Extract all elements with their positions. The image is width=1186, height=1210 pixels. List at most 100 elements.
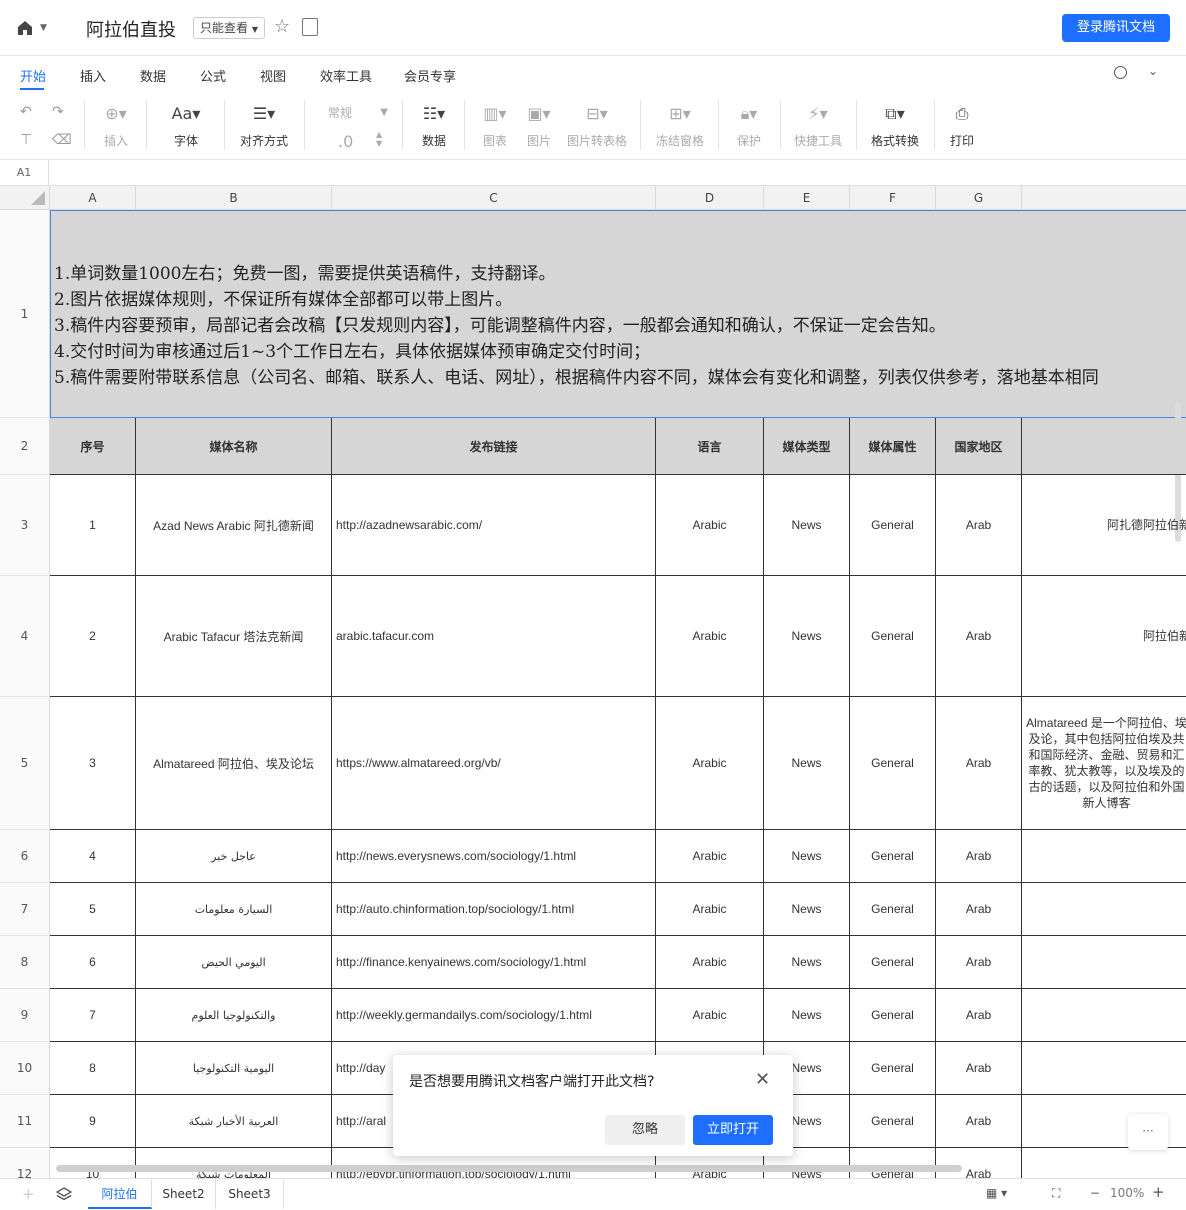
row-header[interactable]: 7: [0, 883, 50, 936]
select-all-corner[interactable]: [0, 186, 50, 210]
cell-region[interactable]: Arab: [936, 989, 1022, 1042]
cell-description[interactable]: [1022, 936, 1186, 989]
cell-media-attr[interactable]: General: [850, 883, 936, 936]
cell-reference[interactable]: A1: [0, 160, 49, 186]
cell-region[interactable]: Arab: [936, 936, 1022, 989]
cell-media-name[interactable]: اليومي الحيض: [136, 936, 332, 989]
row-header[interactable]: 4: [0, 576, 50, 697]
number-format-select[interactable]: 常规 ▼: [318, 102, 388, 124]
cell-index[interactable]: 1: [50, 475, 136, 576]
cell-language[interactable]: Arabic: [656, 475, 764, 576]
chart-button[interactable]: ▥▾ 图表: [476, 92, 514, 160]
cell-link[interactable]: http://news.everysnews.com/sociology/1.h…: [332, 830, 656, 883]
freeze-panes-button[interactable]: ⊞▾ 冻结窗格: [654, 92, 706, 160]
cell-media-name[interactable]: والتكنولوجيا العلوم: [136, 989, 332, 1042]
cell-media-attr[interactable]: General: [850, 576, 936, 697]
cell-media-type[interactable]: News: [764, 697, 850, 830]
cell-region[interactable]: Arab: [936, 830, 1022, 883]
header-cell-media-name[interactable]: 媒体名称: [136, 418, 332, 475]
tab-formula[interactable]: 公式: [200, 66, 226, 85]
cell-index[interactable]: 2: [50, 576, 136, 697]
cell-index[interactable]: 5: [50, 883, 136, 936]
cell-media-type[interactable]: News: [764, 936, 850, 989]
cell-description[interactable]: [1022, 883, 1186, 936]
row-header[interactable]: 2: [0, 418, 50, 475]
format-painter-icon[interactable]: ⊤: [20, 132, 32, 148]
login-button[interactable]: 登录腾讯文档: [1062, 14, 1170, 42]
cell-media-attr[interactable]: General: [850, 936, 936, 989]
row-header[interactable]: 5: [0, 697, 50, 830]
row-header[interactable]: 6: [0, 830, 50, 883]
decimal-stepper[interactable]: ▲ ▼: [376, 130, 382, 148]
cell-link[interactable]: http://finance.kenyainews.com/sociology/…: [332, 936, 656, 989]
header-cell-region[interactable]: 国家地区: [936, 418, 1022, 475]
row-header[interactable]: 10: [0, 1042, 50, 1095]
cell-media-attr[interactable]: General: [850, 1095, 936, 1148]
undo-icon[interactable]: ↶: [20, 104, 32, 120]
cell-media-attr[interactable]: General: [850, 1042, 936, 1095]
cell-index[interactable]: 3: [50, 697, 136, 830]
font-button[interactable]: Aa▾ 字体: [164, 92, 208, 160]
cell-language[interactable]: Arabic: [656, 989, 764, 1042]
protect-button[interactable]: 🔒︎▾ 保护: [730, 92, 768, 160]
cell-media-type[interactable]: News: [764, 989, 850, 1042]
column-header-e[interactable]: E: [764, 186, 850, 210]
cell-media-name[interactable]: العربية الأخبار شبكة: [136, 1095, 332, 1148]
spreadsheet-grid[interactable]: A B C D E F G 1 2 3 4 5 6 7 8 9 10 11 12…: [0, 186, 1186, 1178]
cell-link[interactable]: http://auto.chinformation.top/sociology/…: [332, 883, 656, 936]
cell-language[interactable]: Arabic: [656, 883, 764, 936]
collapse-toolbar-icon[interactable]: ⌄: [1148, 64, 1158, 78]
cell-description[interactable]: 阿拉伯新: [1022, 576, 1186, 697]
cell-index[interactable]: 4: [50, 830, 136, 883]
tab-start[interactable]: 开始: [20, 66, 46, 85]
column-header-h[interactable]: [1022, 186, 1186, 210]
cell-description[interactable]: [1022, 1148, 1186, 1178]
cell-media-attr[interactable]: General: [850, 475, 936, 576]
cell-region[interactable]: Arab: [936, 1148, 1022, 1178]
cell-index[interactable]: 9: [50, 1095, 136, 1148]
header-cell-index[interactable]: 序号: [50, 418, 136, 475]
cell-index[interactable]: 8: [50, 1042, 136, 1095]
header-cell-language[interactable]: 语言: [656, 418, 764, 475]
star-icon[interactable]: ☆: [274, 16, 290, 37]
close-icon[interactable]: ✕: [755, 1069, 770, 1090]
home-menu[interactable]: ▼: [16, 18, 56, 38]
sheet-list-icon[interactable]: [56, 1187, 72, 1201]
cell-media-type[interactable]: News: [764, 883, 850, 936]
image-to-table-button[interactable]: ⊟▾ 图片转表格: [566, 92, 628, 160]
sheet-tab-sheet2[interactable]: Sheet2: [152, 1179, 216, 1209]
cell-media-attr[interactable]: General: [850, 697, 936, 830]
cell-media-name[interactable]: عاجل خبر: [136, 830, 332, 883]
header-cell-media-attr[interactable]: 媒体属性: [850, 418, 936, 475]
cell-description[interactable]: Almatareed 是一个阿拉伯、埃及论，其中包括阿拉伯埃及共和国际经济、金融…: [1022, 697, 1186, 830]
cell-description[interactable]: [1022, 989, 1186, 1042]
cell-region[interactable]: Arab: [936, 576, 1022, 697]
sheet-tab-sheet3[interactable]: Sheet3: [216, 1179, 284, 1209]
zoom-out-icon[interactable]: −: [1090, 1186, 1100, 1200]
header-cell-link[interactable]: 发布链接: [332, 418, 656, 475]
quick-tools-button[interactable]: ⚡︎▾ 快捷工具: [792, 92, 844, 160]
cell-media-type[interactable]: News: [764, 475, 850, 576]
more-options-button[interactable]: ···: [1128, 1114, 1168, 1150]
document-title[interactable]: 阿拉伯直投: [86, 16, 176, 42]
document-info-icon[interactable]: [302, 18, 318, 36]
cell-language[interactable]: Arabic: [656, 576, 764, 697]
cell-link[interactable]: arabic.tafacur.com: [332, 576, 656, 697]
cell-media-name[interactable]: المعلومات شبكة: [136, 1148, 332, 1178]
add-sheet-icon[interactable]: +: [22, 1185, 35, 1203]
column-header-a[interactable]: A: [50, 186, 136, 210]
cell-media-name[interactable]: Azad News Arabic 阿扎德新闻: [136, 475, 332, 576]
notes-merged-cell[interactable]: 1.单词数量1000左右；免费一图，需要提供英语稿件，支持翻译。 2.图片依据媒…: [50, 210, 1186, 418]
data-button[interactable]: ☷▾ 数据: [414, 92, 454, 160]
column-header-b[interactable]: B: [136, 186, 332, 210]
cell-media-name[interactable]: السيارة معلومات: [136, 883, 332, 936]
redo-icon[interactable]: ↷: [52, 104, 64, 120]
cell-media-name[interactable]: اليومية التكنولوجيا: [136, 1042, 332, 1095]
open-now-button[interactable]: 立即打开: [693, 1115, 773, 1145]
row-header[interactable]: 9: [0, 989, 50, 1042]
eraser-icon[interactable]: ⌫: [52, 132, 72, 148]
cell-media-attr[interactable]: General: [850, 830, 936, 883]
cell-region[interactable]: Arab: [936, 475, 1022, 576]
cell-media-name[interactable]: Arabic Tafacur 塔法克新闻: [136, 576, 332, 697]
cell-link[interactable]: http://azadnewsarabic.com/: [332, 475, 656, 576]
